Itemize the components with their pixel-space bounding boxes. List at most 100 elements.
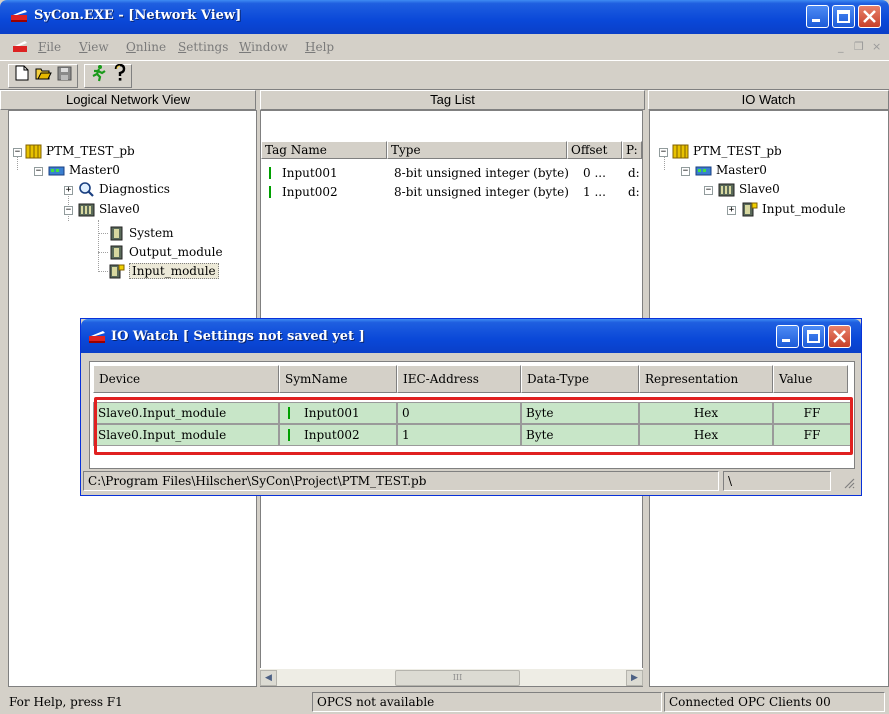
open-button[interactable] — [33, 64, 53, 82]
highlight-box — [94, 397, 853, 455]
dialog-status-bar: C:\Program Files\Hilscher\SyCon\Project\… — [83, 469, 859, 493]
mdi-close-button[interactable]: × — [872, 40, 881, 53]
dialog-close-button[interactable] — [828, 325, 851, 348]
minimize-icon — [812, 19, 820, 22]
sycon-app-icon — [89, 331, 105, 343]
column-offset[interactable]: Offset — [567, 141, 622, 159]
tree-item-slave[interactable]: Slave0 — [78, 200, 140, 218]
maximize-button[interactable] — [832, 5, 855, 28]
column-tag-name[interactable]: Tag Name — [261, 141, 387, 159]
project-path: C:\Program Files\Hilscher\SyCon\Project\… — [83, 471, 719, 491]
master-icon — [48, 166, 65, 175]
tree-item-input[interactable]: Input_module — [108, 262, 219, 280]
tree-label-slave: Slave0 — [99, 202, 140, 216]
open-folder-icon — [35, 68, 52, 79]
menu-online[interactable]: Online — [126, 40, 166, 54]
tree-line — [98, 271, 108, 272]
mdi-child-icon[interactable] — [12, 39, 28, 53]
tag-list-horizontal-scrollbar[interactable]: ◀ III ▶ — [260, 668, 643, 686]
magnifier-icon — [79, 181, 94, 197]
column-device[interactable]: Device — [93, 365, 279, 393]
tag-p: d: — [628, 166, 640, 180]
close-button[interactable] — [858, 5, 881, 28]
menu-view[interactable]: View — [79, 40, 109, 54]
expand-diagnostics-button[interactable]: + — [64, 186, 73, 195]
tree-line — [98, 233, 108, 234]
io-expand-input-button[interactable]: + — [727, 206, 736, 215]
new-file-icon — [15, 65, 29, 81]
module-icon — [110, 226, 123, 240]
scroll-thumb[interactable]: III — [395, 670, 520, 686]
mdi-minimize-button[interactable]: _ — [838, 40, 844, 53]
menu-help[interactable]: Help — [305, 40, 334, 54]
collapse-master-button[interactable]: − — [34, 167, 43, 176]
tree-item-master[interactable]: Master0 — [48, 161, 120, 179]
dialog-minimize-button[interactable] — [776, 325, 799, 348]
column-symname[interactable]: SymName — [279, 365, 397, 393]
io-tree-label-slave: Slave0 — [739, 182, 780, 196]
dialog-maximize-button[interactable] — [802, 325, 825, 348]
collapse-root-button[interactable]: − — [13, 148, 22, 157]
tag-list-column-header: Tag Name Type Offset P: — [261, 141, 642, 159]
tag-type: 8-bit unsigned integer (byte) — [394, 185, 569, 199]
tag-status-marker — [269, 186, 271, 198]
mdi-restore-button[interactable]: ❒ — [854, 40, 864, 53]
column-representation[interactable]: Representation — [639, 365, 773, 393]
io-tree-item-slave[interactable]: Slave0 — [718, 180, 780, 198]
tree-item-diagnostics[interactable]: Diagnostics — [78, 180, 170, 198]
tree-item-root[interactable]: PTM_TEST_pb — [25, 142, 135, 160]
tag-name: Input001 — [282, 166, 338, 180]
column-value[interactable]: Value — [773, 365, 848, 393]
run-button[interactable] — [89, 64, 109, 82]
help-button[interactable] — [110, 64, 130, 82]
tree-label-master: Master0 — [69, 163, 120, 177]
column-p[interactable]: P: — [622, 141, 642, 159]
collapse-slave-button[interactable]: − — [64, 206, 73, 215]
menu-window[interactable]: Window — [239, 40, 288, 54]
tag-name: Input002 — [282, 185, 338, 199]
slave-icon — [718, 183, 735, 196]
io-tree-item-root[interactable]: PTM_TEST_pb — [672, 142, 782, 160]
column-data-type[interactable]: Data-Type — [521, 365, 639, 393]
status-bar: For Help, press F1 OPCS not available Co… — [0, 690, 889, 714]
new-file-button[interactable] — [12, 64, 32, 82]
tree-item-system[interactable]: System — [108, 224, 173, 242]
tag-status-marker — [269, 167, 271, 179]
io-collapse-root-button[interactable]: − — [659, 148, 668, 157]
scroll-right-button[interactable]: ▶ — [626, 670, 643, 686]
maximize-icon — [837, 10, 850, 23]
tree-item-output[interactable]: Output_module — [108, 243, 223, 261]
module-icon — [110, 245, 123, 259]
tag-list-header: Tag List — [260, 90, 645, 110]
logical-view-header: Logical Network View — [0, 90, 256, 110]
window-title: SyCon.EXE - [Network View] — [34, 8, 242, 23]
close-icon — [833, 330, 846, 343]
io-tree-item-input[interactable]: Input_module — [741, 200, 846, 218]
project-icon — [672, 144, 689, 158]
input-module-icon — [742, 202, 758, 216]
menu-settings[interactable]: Settings — [178, 40, 228, 54]
scroll-left-button[interactable]: ◀ — [260, 670, 277, 686]
tree-line — [98, 252, 108, 253]
menu-file[interactable]: File — [38, 40, 61, 54]
column-type[interactable]: Type — [387, 141, 567, 159]
column-iec-address[interactable]: IEC-Address — [397, 365, 521, 393]
project-icon — [25, 144, 42, 158]
io-collapse-slave-button[interactable]: − — [704, 186, 713, 195]
help-icon — [114, 64, 126, 81]
dialog-title-bar[interactable]: IO Watch [ Settings not saved yet ] — [81, 319, 861, 353]
tree-label-root: PTM_TEST_pb — [46, 144, 135, 158]
io-tree-item-master[interactable]: Master0 — [695, 161, 767, 179]
main-title-bar[interactable]: SyCon.EXE - [Network View] — [0, 0, 889, 34]
minimize-button[interactable] — [806, 5, 829, 28]
tree-label-system: System — [129, 226, 174, 240]
sycon-app-icon — [11, 10, 27, 22]
tag-row[interactable]: Input002 8-bit unsigned integer (byte) 1… — [261, 183, 642, 201]
io-collapse-master-button[interactable]: − — [681, 167, 690, 176]
io-tree-label-root: PTM_TEST_pb — [693, 144, 782, 158]
resize-grip-icon[interactable] — [843, 477, 855, 489]
tag-row[interactable]: Input001 8-bit unsigned integer (byte) 0… — [261, 164, 642, 182]
save-button[interactable] — [54, 64, 74, 82]
status-help: For Help, press F1 — [9, 695, 123, 709]
tree-line — [98, 220, 99, 272]
